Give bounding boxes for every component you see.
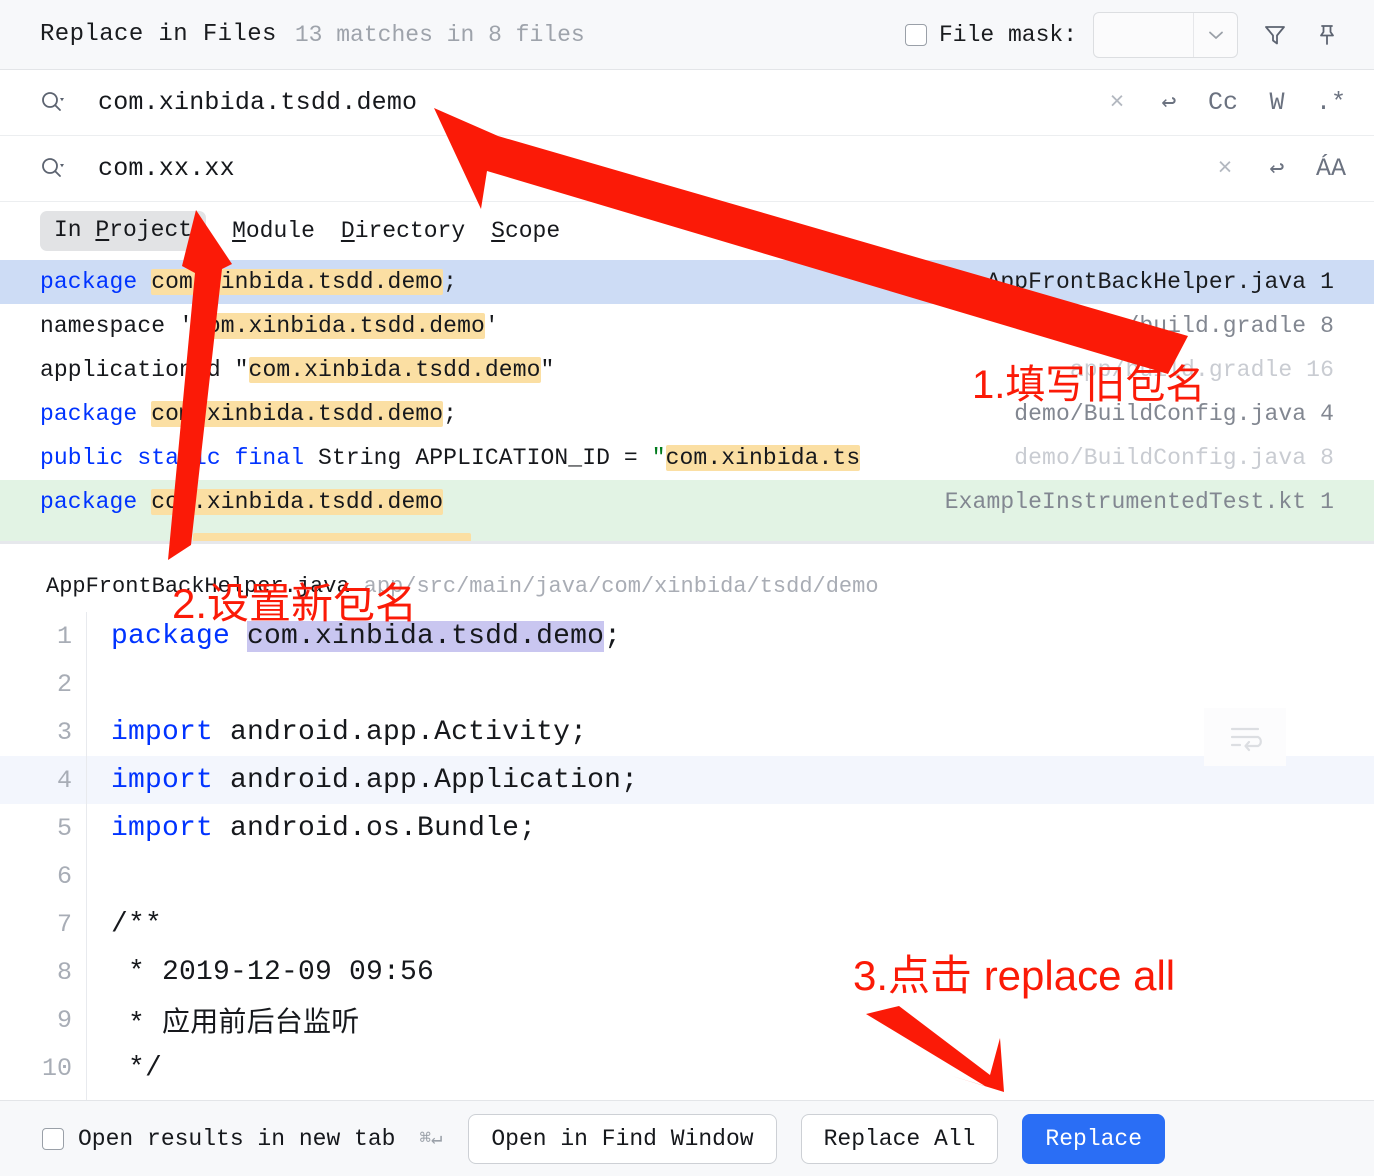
find-history-icon[interactable]: ↩ [1156,86,1182,120]
result-code: package com.xinbida.tsdd.demo [40,489,443,515]
find-row: com.xinbida.tsdd.demo × ↩ Cc W .* [0,70,1374,136]
file-mask-checkbox[interactable] [905,24,927,46]
search-results-list[interactable]: package com.xinbida.tsdd.demo; AppFrontB… [0,260,1374,541]
editor-line: 9 * 应用前后台监听 [0,996,1374,1044]
find-input[interactable]: com.xinbida.tsdd.demo [98,88,417,117]
panel-divider [0,541,1374,544]
result-code: applicationId "com.xinbida.tsdd.demo" [40,357,554,383]
table-row[interactable]: public static final String APPLICATION_I… [0,436,1374,480]
replace-in-files-dialog: Replace in Files 13 matches in 8 files F… [0,0,1374,1176]
line-code: /** [87,909,162,940]
editor-line: 4 import android.app.Application; [0,756,1374,804]
page-title: Replace in Files [40,21,277,48]
dialog-header: Replace in Files 13 matches in 8 files F… [0,0,1374,70]
filter-icon[interactable] [1260,20,1290,50]
line-number: 5 [0,814,86,843]
line-code: import android.app.Application; [87,765,638,796]
editor-line: 5 import android.os.Bundle; [0,804,1374,852]
dialog-footer: Open results in new tab ⌘↵ Open in Find … [0,1100,1374,1176]
line-number: 6 [0,862,86,891]
file-mask-input[interactable] [1094,13,1193,57]
chevron-down-icon[interactable] [1193,13,1237,57]
header-right-controls: File mask: [905,12,1342,58]
line-number: 9 [0,1006,86,1035]
file-mask-combobox[interactable] [1093,12,1238,58]
editor-line: 10 */ [0,1044,1374,1092]
result-file: demo/BuildConfig.java 4 [1014,401,1334,427]
regex-toggle[interactable]: .* [1316,86,1346,120]
clear-find-icon[interactable]: × [1104,86,1130,120]
result-file: ExampleInstrumentedTest.kt 1 [945,489,1334,515]
replace-actions: × ↩ ÁA [1186,152,1346,186]
replace-history-icon[interactable]: ↩ [1264,152,1290,186]
table-row[interactable]: package com.xinbida.tsdd.demo ExampleIns… [0,480,1374,524]
match-case-toggle[interactable]: Cc [1208,86,1238,120]
line-code: import android.os.Bundle; [87,813,536,844]
replace-input[interactable]: com.xx.xx [98,154,235,183]
open-results-new-tab-checkbox[interactable] [42,1128,64,1150]
preview-editor[interactable]: 1 package com.xinbida.tsdd.demo; 2 3 imp… [0,612,1374,1112]
keyboard-shortcut-hint: ⌘↵ [419,1127,442,1150]
line-number: 2 [0,670,86,699]
replace-button[interactable]: Replace [1022,1114,1165,1164]
line-number: 3 [0,718,86,747]
search-icon[interactable] [38,88,68,118]
gutter-divider [86,660,87,708]
result-code-partial [40,533,471,541]
scope-tab-scope[interactable]: Scope [491,218,560,244]
editor-line: 3 import android.app.Activity; [0,708,1374,756]
editor-line: 1 package com.xinbida.tsdd.demo; [0,612,1374,660]
line-number: 8 [0,958,86,987]
table-row[interactable]: package com.xinbida.tsdd.demo; demo/Buil… [0,392,1374,436]
editor-line: 8 * 2019-12-09 09:56 [0,948,1374,996]
result-code: package com.xinbida.tsdd.demo; [40,401,457,427]
scope-tab-module[interactable]: Module [232,218,315,244]
line-number: 7 [0,910,86,939]
line-code: package com.xinbida.tsdd.demo; [87,621,621,652]
replace-all-button[interactable]: Replace All [801,1114,999,1164]
line-number: 1 [0,622,86,651]
line-code: * 应用前后台监听 [87,1000,359,1040]
editor-line: 2 [0,660,1374,708]
match-count-label: 13 matches in 8 files [295,22,585,48]
open-in-find-window-button[interactable]: Open in Find Window [468,1114,776,1164]
pin-icon[interactable] [1312,20,1342,50]
replace-search-icon[interactable] [38,154,68,184]
line-code: */ [87,1053,162,1084]
line-number: 10 [0,1054,86,1083]
editor-line: 6 [0,852,1374,900]
scope-tab-in-project[interactable]: In Project [40,211,206,251]
line-code: import android.app.Activity; [87,717,587,748]
table-row[interactable]: namespace 'com.xinbida.tsdd.demo' app/bu… [0,304,1374,348]
find-actions: × ↩ Cc W .* [1078,86,1346,120]
result-file: demo/BuildConfig.java 8 [1014,445,1334,471]
preview-filepath: app/src/main/java/com/xinbida/tsdd/demo [364,574,879,599]
open-results-new-tab-label: Open results in new tab [78,1126,395,1152]
table-row[interactable]: package com.xinbida.tsdd.demo; AppFrontB… [0,260,1374,304]
editor-line: 7 /** [0,900,1374,948]
result-code: public static final String APPLICATION_I… [40,445,860,471]
gutter-divider [86,852,87,900]
result-code: namespace 'com.xinbida.tsdd.demo' [40,313,499,339]
line-number: 4 [0,766,86,795]
preview-filename: AppFrontBackHelper.java [46,574,350,599]
result-file: AppFrontBackHelper.java 1 [986,269,1334,295]
preserve-case-toggle[interactable]: ÁA [1316,152,1346,186]
file-mask-label: File mask: [939,22,1077,48]
result-file: app/build.gradle 16 [1070,357,1334,383]
scope-bar: In Project Module Directory Scope [0,202,1374,260]
line-code: * 2019-12-09 09:56 [87,957,434,988]
result-file: app/build.gradle 8 [1084,313,1334,339]
clear-replace-icon[interactable]: × [1212,152,1238,186]
preview-file-header: AppFrontBackHelper.java app/src/main/jav… [0,562,1374,610]
table-row[interactable] [0,524,1374,541]
table-row[interactable]: applicationId "com.xinbida.tsdd.demo" ap… [0,348,1374,392]
soft-wrap-icon[interactable] [1204,708,1286,766]
whole-words-toggle[interactable]: W [1264,86,1290,120]
replace-row: com.xx.xx × ↩ ÁA [0,136,1374,202]
scope-tab-directory[interactable]: Directory [341,218,465,244]
result-code: package com.xinbida.tsdd.demo; [40,269,457,295]
